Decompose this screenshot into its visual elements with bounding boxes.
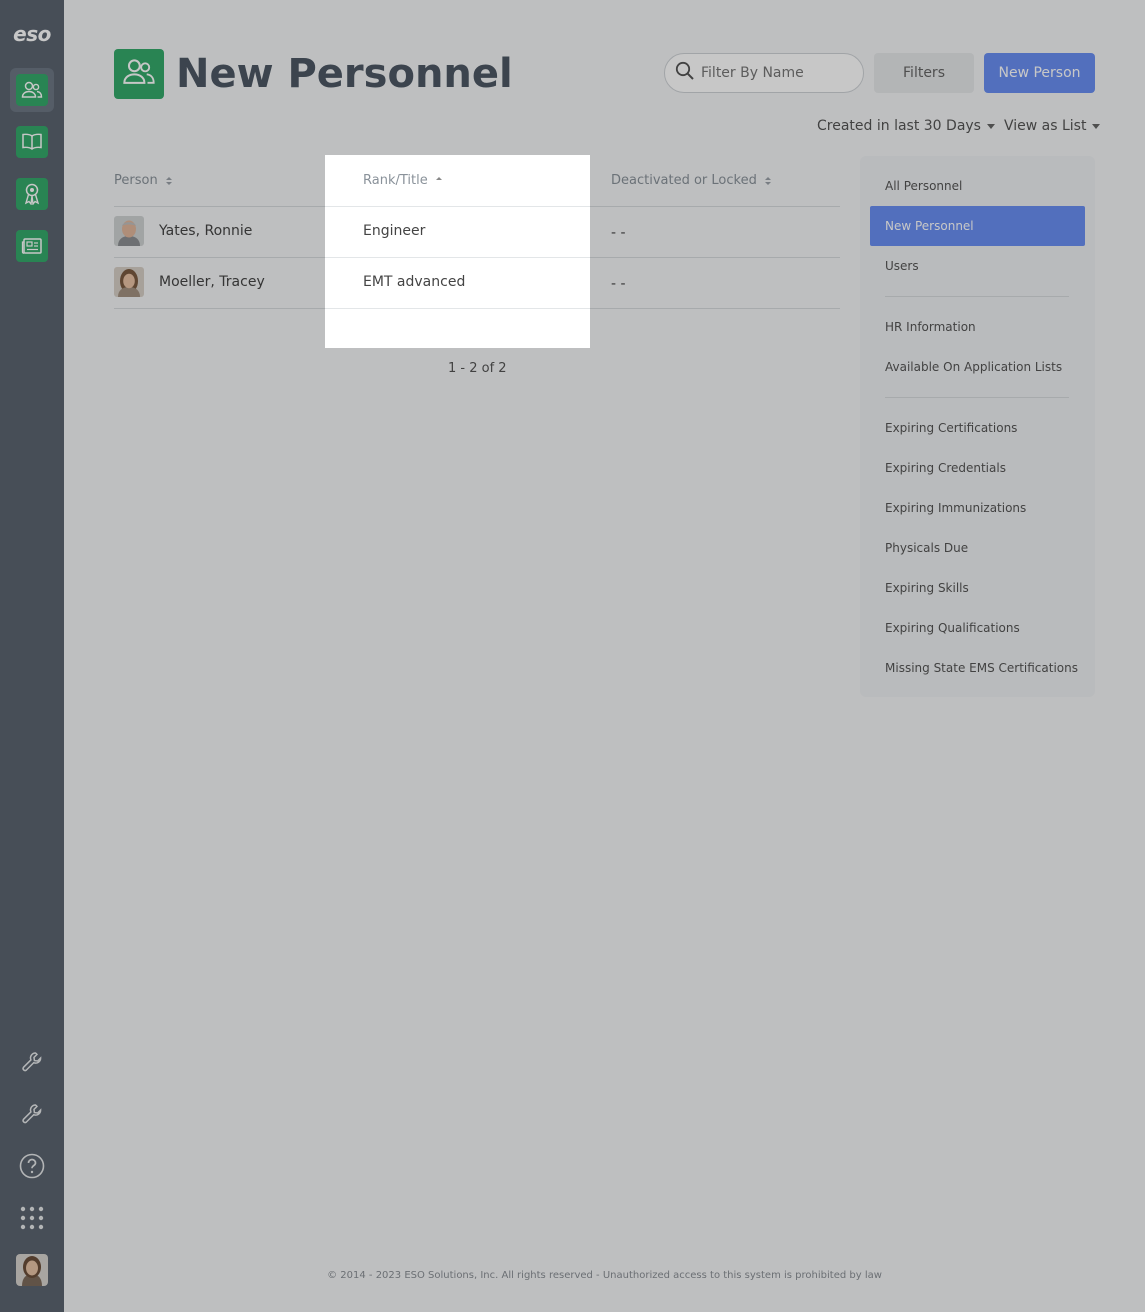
left-navigation-rail: eso — [0, 0, 64, 1312]
pagination-summary: 1 - 2 of 2 — [448, 361, 507, 376]
person-name[interactable]: Yates, Ronnie — [159, 223, 252, 239]
panel-divider — [885, 397, 1069, 398]
rail-book-button[interactable] — [10, 120, 54, 164]
personnel-views-panel: All Personnel New Personnel Users HR Inf… — [860, 156, 1095, 697]
new-person-button[interactable]: New Person — [984, 53, 1095, 93]
search-box[interactable] — [664, 53, 864, 93]
rail-help-button[interactable] — [10, 1144, 54, 1188]
search-icon — [675, 61, 695, 85]
created-filter-dropdown[interactable]: Created in last 30 Days — [817, 118, 995, 134]
column-header-label: Rank/Title — [363, 173, 428, 188]
help-icon — [10, 1144, 54, 1188]
side-item-physicals-due[interactable]: Physicals Due — [870, 528, 1085, 568]
view-mode-dropdown[interactable]: View as List — [1004, 118, 1101, 134]
column-header-rank-title[interactable]: Rank/Title — [363, 173, 442, 188]
created-filter-label: Created in last 30 Days — [817, 118, 981, 134]
rank-cell: Engineer — [363, 223, 426, 239]
status-cell: - - — [611, 225, 626, 241]
side-item-new-personnel[interactable]: New Personnel — [870, 206, 1085, 246]
sort-ascending-icon — [435, 176, 442, 185]
side-item-available-lists[interactable]: Available On Application Lists — [870, 347, 1085, 387]
filters-button[interactable]: Filters — [874, 53, 974, 93]
eso-logo: eso — [13, 22, 51, 46]
side-item-hr-information[interactable]: HR Information — [870, 307, 1085, 347]
person-avatar — [114, 216, 144, 246]
column-header-deactivated[interactable]: Deactivated or Locked — [611, 173, 771, 188]
rail-admin-button[interactable] — [10, 1092, 54, 1136]
rank-title-column-spotlight: Rank/Title Engineer EMT advanced — [325, 155, 590, 348]
column-header-person[interactable]: Person — [114, 173, 172, 188]
user-avatar[interactable] — [16, 1254, 48, 1286]
book-icon — [16, 126, 48, 158]
wrench-icon — [10, 1092, 54, 1136]
chevron-down-icon — [986, 123, 995, 129]
side-item-expiring-certifications[interactable]: Expiring Certifications — [870, 408, 1085, 448]
side-item-users[interactable]: Users — [870, 246, 1085, 286]
rail-news-button[interactable] — [10, 224, 54, 268]
personnel-icon — [122, 58, 156, 90]
person-name[interactable]: Moeller, Tracey — [159, 274, 265, 290]
rail-apps-button[interactable] — [10, 1196, 54, 1240]
table-divider — [325, 308, 590, 309]
news-icon — [16, 230, 48, 262]
table-divider — [325, 257, 590, 258]
side-item-all-personnel[interactable]: All Personnel — [870, 166, 1085, 206]
chevron-down-icon — [1092, 123, 1101, 129]
apps-grid-icon — [10, 1196, 54, 1240]
rank-cell: EMT advanced — [363, 274, 466, 290]
search-input[interactable] — [701, 65, 851, 81]
award-icon — [16, 178, 48, 210]
column-header-label: Deactivated or Locked — [611, 173, 757, 188]
personnel-icon — [16, 74, 48, 106]
view-mode-label: View as List — [1004, 118, 1087, 134]
column-header-label: Person — [114, 173, 158, 188]
rail-award-button[interactable] — [10, 172, 54, 216]
person-avatar — [114, 267, 144, 297]
side-item-expiring-credentials[interactable]: Expiring Credentials — [870, 448, 1085, 488]
side-item-missing-state-ems[interactable]: Missing State EMS Certifications — [870, 648, 1085, 688]
page-title: New Personnel — [176, 51, 513, 97]
status-cell: - - — [611, 276, 626, 292]
side-item-expiring-qualifications[interactable]: Expiring Qualifications — [870, 608, 1085, 648]
rail-personnel-button[interactable] — [10, 68, 54, 112]
copyright-footer: © 2014 - 2023 ESO Solutions, Inc. All ri… — [327, 1270, 882, 1281]
side-item-expiring-immunizations[interactable]: Expiring Immunizations — [870, 488, 1085, 528]
page-title-icon-tile — [114, 49, 164, 99]
side-item-expiring-skills[interactable]: Expiring Skills — [870, 568, 1085, 608]
rail-tools-button[interactable] — [10, 1040, 54, 1084]
sort-icon — [764, 176, 771, 185]
wrench-icon — [10, 1040, 54, 1084]
sort-icon — [165, 176, 172, 185]
panel-divider — [885, 296, 1069, 297]
table-divider — [325, 206, 590, 207]
